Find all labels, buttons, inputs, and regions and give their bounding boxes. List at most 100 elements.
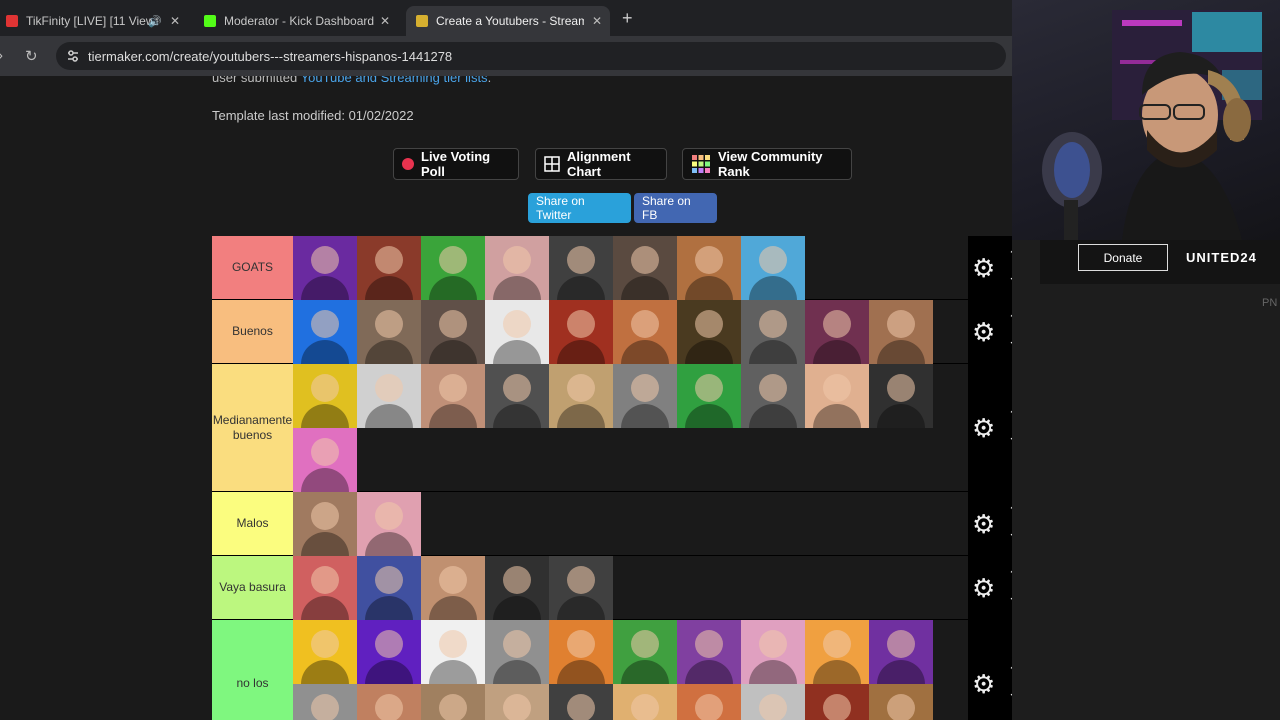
tier-item-image[interactable] <box>549 364 613 428</box>
tier-item-image[interactable] <box>613 364 677 428</box>
alignment-chart-button[interactable]: Alignment Chart <box>535 148 667 180</box>
tab-tikfinity[interactable]: TikFinity [LIVE] [11 Viewers] 🔊 ✕ <box>0 6 192 36</box>
tier-item-image[interactable] <box>869 620 933 684</box>
tier-label[interactable]: Malos <box>212 492 293 555</box>
tier-label[interactable]: Medianamente buenos <box>212 364 293 491</box>
tier-settings-gear-icon[interactable]: ⚙ <box>972 575 995 601</box>
tab-tiermaker[interactable]: Create a Youtubers - Streamers ✕ <box>406 6 610 36</box>
tier-item-image[interactable] <box>805 300 869 364</box>
tier-item-image[interactable] <box>293 428 357 492</box>
tier-item-image[interactable] <box>741 364 805 428</box>
tier-item-image[interactable] <box>869 684 933 720</box>
tier-label[interactable]: GOATS <box>212 236 293 299</box>
tier-item-image[interactable] <box>549 300 613 364</box>
tier-item-image[interactable] <box>805 684 869 720</box>
speaker-icon[interactable]: 🔊 <box>148 15 162 28</box>
close-tab-icon[interactable]: ✕ <box>380 14 390 28</box>
face-shape <box>567 566 595 594</box>
tier-item-image[interactable] <box>549 236 613 300</box>
tier-item-image[interactable] <box>677 300 741 364</box>
tier-lists-link[interactable]: YouTube and Streaming tier lists <box>301 76 488 85</box>
new-tab-icon[interactable]: + <box>622 8 633 29</box>
site-settings-icon[interactable] <box>66 49 80 63</box>
close-tab-icon[interactable]: ✕ <box>592 14 602 28</box>
face-shape <box>375 310 403 338</box>
tier-settings-gear-icon[interactable]: ⚙ <box>972 415 995 441</box>
tier-item-image[interactable] <box>485 300 549 364</box>
tier-item-image[interactable] <box>357 364 421 428</box>
face-shape <box>311 310 339 338</box>
tier-item-image[interactable] <box>613 620 677 684</box>
tier-item-image[interactable] <box>869 300 933 364</box>
tier-item-image[interactable] <box>677 364 741 428</box>
tier-item-image[interactable] <box>357 620 421 684</box>
tier-item-image[interactable] <box>485 236 549 300</box>
tier-item-image[interactable] <box>357 300 421 364</box>
tier-item-image[interactable] <box>613 236 677 300</box>
tier-item-image[interactable] <box>421 364 485 428</box>
tier-label[interactable]: no los <box>212 620 293 720</box>
tier-item-image[interactable] <box>293 492 357 556</box>
tab-kick-dashboard[interactable]: Moderator - Kick Dashboard ✕ <box>194 6 406 36</box>
tier-item-image[interactable] <box>421 620 485 684</box>
tier-item-image[interactable] <box>549 620 613 684</box>
tier-item-image[interactable] <box>421 556 485 620</box>
rank-grid-icon <box>692 155 710 173</box>
url-field[interactable]: tiermaker.com/create/youtubers---streame… <box>56 42 1006 70</box>
close-tab-icon[interactable]: ✕ <box>170 14 180 28</box>
tier-item-image[interactable] <box>485 684 549 720</box>
tier-item-image[interactable] <box>677 684 741 720</box>
tier-settings-gear-icon[interactable]: ⚙ <box>972 671 995 697</box>
tier-item-image[interactable] <box>613 684 677 720</box>
view-community-rank-button[interactable]: View Community Rank <box>682 148 852 180</box>
tier-item-image[interactable] <box>741 300 805 364</box>
face-shape <box>887 630 915 658</box>
tier-item-image[interactable] <box>357 684 421 720</box>
tier-item-image[interactable] <box>549 684 613 720</box>
face-shape <box>823 694 851 720</box>
tier-item-image[interactable] <box>357 492 421 556</box>
tier-controls: ⚙⌃⌄ <box>968 620 1012 720</box>
tier-item-image[interactable] <box>741 236 805 300</box>
tier-item-image[interactable] <box>421 236 485 300</box>
tier-item-image[interactable] <box>805 620 869 684</box>
tier-item-image[interactable] <box>677 620 741 684</box>
tier-settings-gear-icon[interactable]: ⚙ <box>972 511 995 537</box>
face-shape <box>439 566 467 594</box>
tier-item-image[interactable] <box>741 620 805 684</box>
donate-button[interactable]: Donate <box>1078 244 1168 271</box>
share-fb-button[interactable]: Share on FB <box>634 193 717 223</box>
tier-items <box>293 364 968 492</box>
reload-icon[interactable]: ↻ <box>25 47 38 65</box>
tier-item-image[interactable] <box>293 236 357 300</box>
tier-item-image[interactable] <box>741 684 805 720</box>
tier-settings-gear-icon[interactable]: ⚙ <box>972 255 995 281</box>
tier-item-image[interactable] <box>293 364 357 428</box>
shoulders-shape <box>365 276 413 300</box>
tier-item-image[interactable] <box>293 684 357 720</box>
tier-item-image[interactable] <box>613 300 677 364</box>
tier-item-image[interactable] <box>421 300 485 364</box>
tier-item-image[interactable] <box>357 236 421 300</box>
share-twitter-button[interactable]: Share on Twitter <box>528 193 631 223</box>
tier-settings-gear-icon[interactable]: ⚙ <box>972 319 995 345</box>
tier-item-image[interactable] <box>293 556 357 620</box>
live-voting-poll-button[interactable]: Live Voting Poll <box>393 148 519 180</box>
tier-item-image[interactable] <box>677 236 741 300</box>
tier-item-image[interactable] <box>357 556 421 620</box>
face-shape <box>887 310 915 338</box>
tier-item-image[interactable] <box>293 300 357 364</box>
shoulders-shape <box>813 660 861 684</box>
tier-item-image[interactable] <box>485 620 549 684</box>
tier-item-image[interactable] <box>293 620 357 684</box>
tier-item-image[interactable] <box>421 684 485 720</box>
forward-icon[interactable]: › <box>0 47 3 64</box>
tier-label[interactable]: Buenos <box>212 300 293 363</box>
tier-item-image[interactable] <box>869 364 933 428</box>
tier-item-image[interactable] <box>549 556 613 620</box>
tier-label[interactable]: Vaya basura <box>212 556 293 619</box>
tier-item-image[interactable] <box>485 364 549 428</box>
tier-item-image[interactable] <box>485 556 549 620</box>
tier-item-image[interactable] <box>805 364 869 428</box>
template-modified-text: Template last modified: 01/02/2022 <box>212 108 414 123</box>
